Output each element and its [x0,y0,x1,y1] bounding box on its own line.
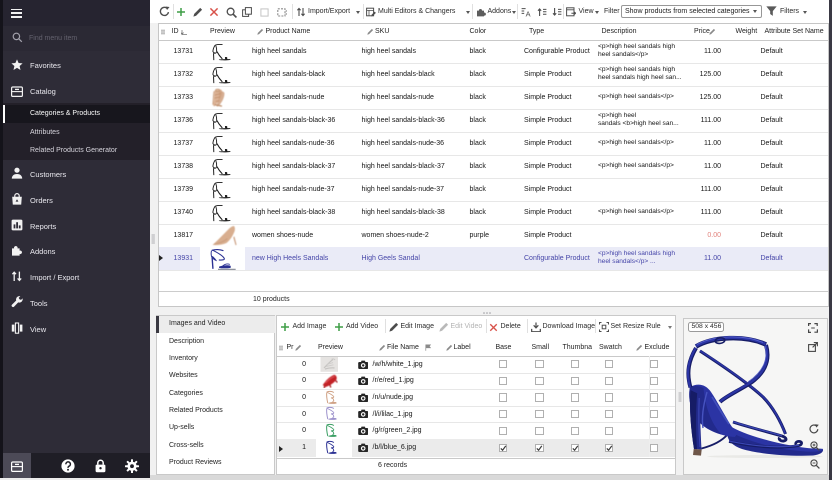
svg-text:A: A [525,9,530,17]
